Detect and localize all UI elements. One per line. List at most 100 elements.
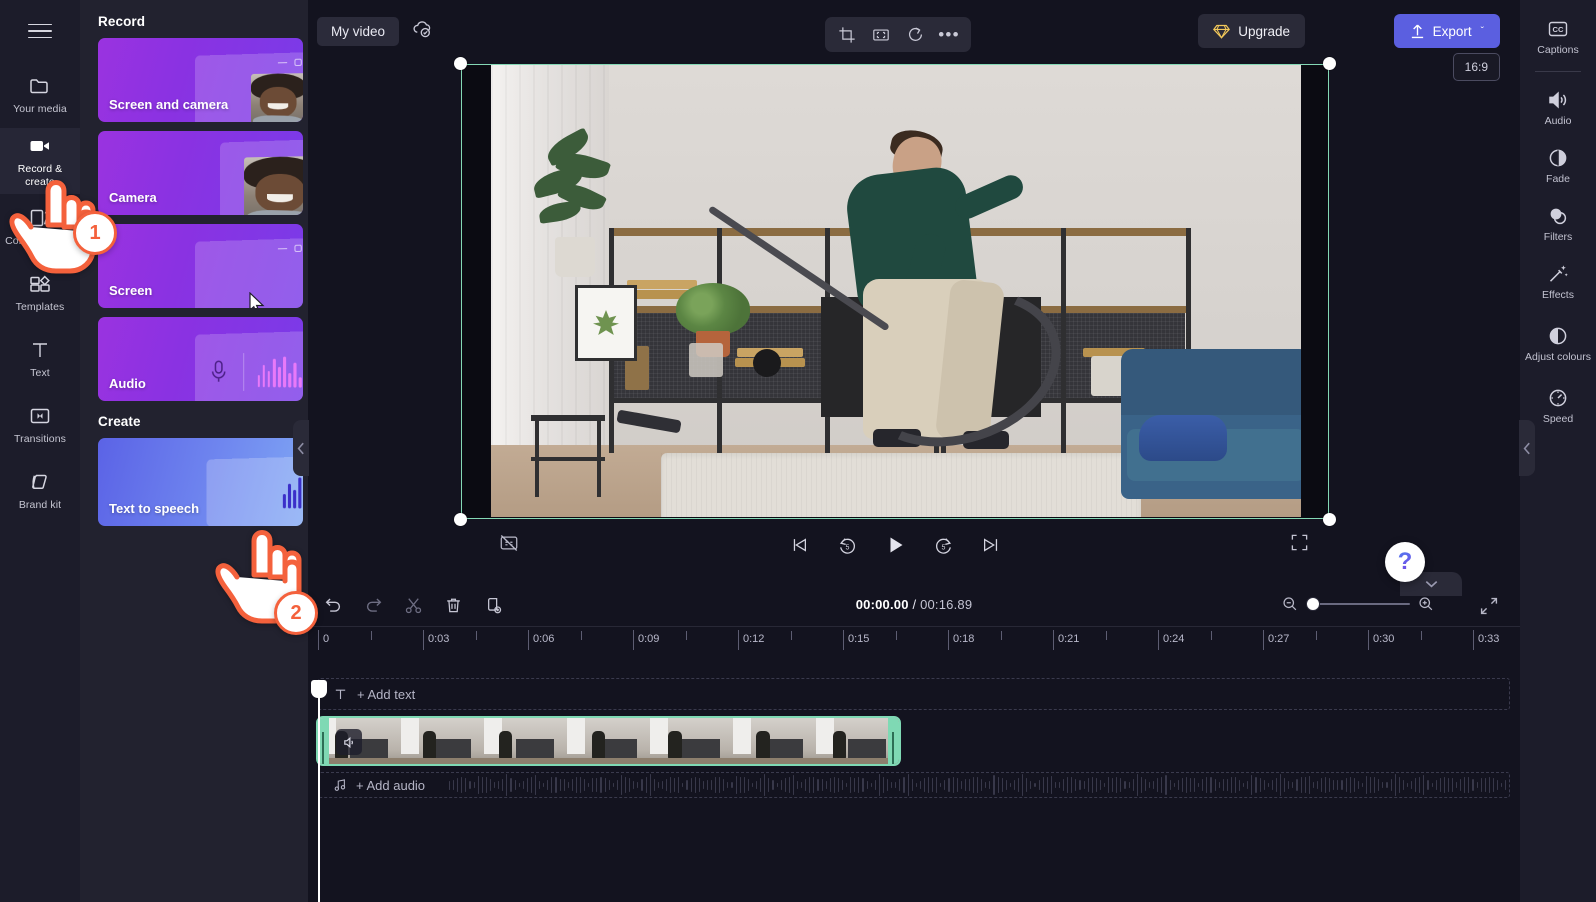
resize-handle-bottom-left[interactable]: [454, 513, 467, 526]
audio-card[interactable]: Audio: [98, 317, 303, 401]
clip-volume-button[interactable]: [336, 729, 362, 755]
sidebar-item-text[interactable]: Text: [0, 326, 80, 392]
text-t-icon: [33, 343, 47, 358]
ruler-tick-label: 0:24: [1163, 633, 1185, 645]
card-label: Screen and camera: [109, 97, 229, 112]
zoom-in-icon[interactable]: [1418, 596, 1434, 612]
help-button[interactable]: ?: [1385, 542, 1425, 582]
glass-decor: [689, 343, 723, 377]
zoom-out-icon[interactable]: [1282, 596, 1298, 612]
aspect-ratio-badge[interactable]: 16:9: [1452, 53, 1500, 81]
card-label: Text to speech: [109, 501, 200, 516]
music-note-icon: [334, 779, 346, 791]
export-button[interactable]: Export ˇ: [1393, 14, 1500, 48]
microphone-waveform-art: [195, 331, 303, 401]
rotate-button[interactable]: [900, 21, 930, 49]
timeline-playhead[interactable]: [311, 680, 327, 902]
skip-previous-icon: [793, 538, 806, 552]
content-library-icon: [30, 210, 49, 227]
tab-effects[interactable]: Effects: [1520, 253, 1596, 311]
captions-toggle-button[interactable]: [499, 533, 519, 558]
ruler-tick: [1053, 630, 1054, 650]
magic-wand-icon: [1549, 265, 1568, 282]
skip-to-end-button[interactable]: [977, 531, 1005, 559]
sidebar-item-content-library[interactable]: Content library: [0, 194, 80, 260]
resize-handle-bottom-right[interactable]: [1323, 513, 1336, 526]
audio-waveform-placeholder: [449, 773, 1509, 797]
current-time: 00:00.00: [855, 597, 909, 612]
skip-to-start-button[interactable]: [785, 531, 813, 559]
sidebar-item-transitions[interactable]: Transitions: [0, 392, 80, 458]
crop-button[interactable]: [832, 21, 862, 49]
zoom-slider-knob[interactable]: [1306, 597, 1320, 611]
more-options-icon: •••: [938, 25, 960, 44]
sidebar-item-brand-kit[interactable]: Brand kit: [0, 458, 80, 524]
ruler-tick-label: 0: [323, 633, 330, 645]
folder-icon: [30, 79, 48, 94]
redo-icon: [366, 598, 381, 612]
ruler-tick-label: 0:12: [743, 633, 765, 645]
screen-card[interactable]: Screen: [98, 224, 303, 308]
tab-audio[interactable]: Audio: [1520, 79, 1596, 137]
forward-5s-button[interactable]: 5: [929, 531, 957, 559]
video-title-input[interactable]: My video: [317, 17, 400, 46]
tab-label: Speed: [1542, 413, 1574, 426]
window-controls-art: [277, 244, 302, 253]
sidebar-item-record-and-create[interactable]: Record & create: [0, 128, 80, 194]
rewind-5s-button[interactable]: 5: [833, 531, 861, 559]
ruler-tick-label: 0:18: [953, 633, 975, 645]
add-text-track[interactable]: + Add text: [318, 678, 1510, 710]
add-audio-track[interactable]: + Add audio: [318, 772, 1510, 798]
fullscreen-button[interactable]: [1290, 533, 1309, 557]
tab-captions[interactable]: CC Captions: [1520, 8, 1596, 66]
more-options-button[interactable]: •••: [934, 21, 964, 49]
playhead-handle[interactable]: [311, 680, 327, 698]
tab-fade[interactable]: Fade: [1520, 137, 1596, 195]
zoom-slider[interactable]: [1306, 597, 1410, 611]
ruler-tick-label: 0:03: [428, 633, 450, 645]
add-audio-label: + Add audio: [356, 777, 426, 793]
collapse-properties-rail-button[interactable]: [1519, 420, 1535, 476]
ruler-tick: [948, 630, 949, 650]
resize-handle-top-left[interactable]: [454, 57, 467, 70]
clip-trim-handle-right[interactable]: [888, 718, 899, 764]
screen-and-camera-card[interactable]: Screen and camera: [98, 38, 303, 122]
play-button[interactable]: [881, 531, 909, 559]
redo-button[interactable]: [360, 592, 386, 618]
tab-label: Adjust colours: [1525, 351, 1591, 364]
hamburger-menu-button[interactable]: [0, 0, 80, 62]
sidebar-item-your-media[interactable]: Your media: [0, 62, 80, 128]
split-button[interactable]: [400, 592, 426, 618]
forward-5-icon: 5: [935, 537, 951, 554]
duplicate-button[interactable]: [480, 592, 506, 618]
delete-button[interactable]: [440, 592, 466, 618]
camera-card[interactable]: Camera: [98, 131, 303, 215]
transitions-icon: [30, 409, 50, 424]
video-preview[interactable]: [461, 64, 1329, 519]
add-text-label: + Add text: [357, 686, 416, 702]
undo-button[interactable]: [320, 592, 346, 618]
replay-5-icon: 5: [839, 537, 855, 554]
table-row video-clip[interactable]: [316, 716, 901, 766]
ruler-tick: [318, 630, 319, 650]
tab-adjust-colours[interactable]: Adjust colours: [1520, 311, 1596, 377]
resize-handle-top-right[interactable]: [1323, 57, 1336, 70]
fit-timeline-button[interactable]: [1480, 597, 1498, 620]
timeline-ruler[interactable]: 0 0:03 0:06 0:09 0:12 0:15 0:18 0:21 0:24 0:27 0:3…: [308, 626, 1520, 652]
collapse-panel-button[interactable]: [293, 420, 309, 476]
vacuum-cleaner: [1139, 415, 1227, 461]
tab-label: Captions: [1537, 44, 1579, 57]
fit-button[interactable]: [866, 21, 896, 49]
upgrade-button[interactable]: Upgrade: [1198, 14, 1305, 48]
sidebar-item-templates[interactable]: Templates: [0, 260, 80, 326]
text-to-speech-card[interactable]: Text to speech: [98, 438, 303, 526]
svg-text:5: 5: [941, 544, 945, 551]
cloud-saved-icon[interactable]: [411, 19, 433, 44]
skip-next-icon: [984, 538, 998, 552]
timeline-tracks: + Add text + Add audio: [308, 654, 1520, 902]
sidebar-item-label: Templates: [15, 301, 65, 314]
player-controls-bar: 5 5: [461, 525, 1329, 567]
tab-filters[interactable]: Filters: [1520, 195, 1596, 253]
duplicate-icon: [487, 597, 501, 613]
chevron-down-icon: [1425, 581, 1437, 588]
